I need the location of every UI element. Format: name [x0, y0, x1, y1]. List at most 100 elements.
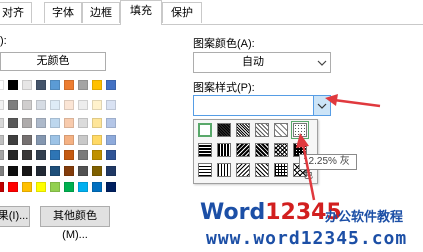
pattern-12.5-gray[interactable] — [274, 123, 288, 137]
watermark-tagline: 办公软件教程 — [325, 209, 404, 224]
color-swatch[interactable] — [8, 80, 18, 90]
annotation-arrow-icon — [296, 133, 316, 201]
color-swatch[interactable] — [0, 100, 4, 110]
tab-protection[interactable]: 保护 — [162, 2, 202, 23]
pattern-thin-reverse-diagonal[interactable] — [236, 163, 250, 177]
pattern-color-combo[interactable]: 自动 — [193, 52, 331, 73]
color-swatch[interactable] — [36, 100, 46, 110]
color-swatch[interactable] — [50, 135, 60, 145]
color-swatch[interactable] — [22, 135, 32, 145]
tab-alignment[interactable]: 对齐 — [0, 2, 32, 23]
color-swatch[interactable] — [64, 118, 74, 128]
color-swatch[interactable] — [106, 118, 116, 128]
color-swatch[interactable] — [50, 150, 60, 160]
color-swatch[interactable] — [106, 150, 116, 160]
color-swatch[interactable] — [64, 135, 74, 145]
color-swatch[interactable] — [8, 100, 18, 110]
color-swatch[interactable] — [36, 80, 46, 90]
pattern-thin-horizontal[interactable] — [198, 163, 212, 177]
tab-fill[interactable]: 填充 — [120, 0, 162, 25]
color-swatch[interactable] — [50, 166, 60, 176]
more-colors-button[interactable]: 其他颜色(M)... — [40, 206, 110, 241]
color-swatch[interactable] — [92, 182, 102, 192]
color-swatch[interactable] — [0, 80, 4, 90]
annotation-arrow-icon — [325, 94, 381, 108]
pattern-color-label: 图案颜色(A): — [193, 38, 255, 50]
color-swatch[interactable] — [78, 80, 88, 90]
color-swatch[interactable] — [36, 150, 46, 160]
color-swatch[interactable] — [50, 182, 60, 192]
color-swatch[interactable] — [22, 166, 32, 176]
color-swatch[interactable] — [64, 80, 74, 90]
color-swatch[interactable] — [64, 182, 74, 192]
color-swatch[interactable] — [22, 80, 32, 90]
format-cells-dialog: 对齐 字体 边框 填充 保护 ): 无颜色 果(I)... 其他颜色(M)...… — [0, 0, 423, 252]
color-swatch[interactable] — [78, 100, 88, 110]
pattern-horizontal-stripe[interactable] — [198, 143, 212, 157]
color-swatch[interactable] — [78, 166, 88, 176]
pattern-diagonal-crosshatch[interactable] — [274, 143, 288, 157]
color-swatch[interactable] — [8, 182, 18, 192]
color-swatch[interactable] — [36, 166, 46, 176]
tab-strip: 对齐 字体 边框 填充 保护 — [0, 0, 423, 25]
pattern-50-gray[interactable] — [236, 123, 250, 137]
color-swatch[interactable] — [50, 80, 60, 90]
color-swatch[interactable] — [92, 135, 102, 145]
pattern-diagonal-stripe[interactable] — [255, 143, 269, 157]
pattern-style-label: 图案样式(P): — [193, 82, 255, 94]
tab-font[interactable]: 字体 — [44, 2, 82, 23]
color-swatch[interactable] — [36, 135, 46, 145]
color-swatch[interactable] — [106, 80, 116, 90]
color-swatch[interactable] — [64, 166, 74, 176]
color-swatch[interactable] — [106, 135, 116, 145]
color-swatch[interactable] — [0, 150, 4, 160]
color-swatch[interactable] — [64, 150, 74, 160]
color-swatch[interactable] — [36, 118, 46, 128]
color-swatch[interactable] — [36, 182, 46, 192]
pattern-reverse-diagonal[interactable] — [236, 143, 250, 157]
color-swatch[interactable] — [22, 100, 32, 110]
pattern-color-value: 自动 — [242, 56, 264, 68]
pattern-75-gray[interactable] — [217, 123, 231, 137]
pattern-thin-horizontal-crosshatch[interactable] — [274, 163, 288, 177]
pattern-vertical-stripe[interactable] — [217, 143, 231, 157]
pattern-solid-white[interactable] — [198, 123, 212, 137]
color-swatch[interactable] — [8, 135, 18, 145]
color-swatch[interactable] — [92, 150, 102, 160]
color-swatch[interactable] — [8, 150, 18, 160]
color-swatch[interactable] — [92, 166, 102, 176]
color-swatch[interactable] — [50, 118, 60, 128]
tab-border[interactable]: 边框 — [82, 2, 120, 23]
color-swatch[interactable] — [106, 182, 116, 192]
color-swatch[interactable] — [92, 100, 102, 110]
pattern-style-combo[interactable] — [193, 95, 331, 116]
color-swatch[interactable] — [78, 118, 88, 128]
color-swatch[interactable] — [92, 118, 102, 128]
color-swatch[interactable] — [64, 100, 74, 110]
color-swatch[interactable] — [8, 118, 18, 128]
no-color-button[interactable]: 无颜色 — [0, 52, 106, 71]
color-swatch[interactable] — [50, 100, 60, 110]
color-swatch[interactable] — [0, 182, 4, 192]
color-swatch[interactable] — [8, 166, 18, 176]
watermark-logo: Word12345 — [200, 200, 342, 225]
color-swatch[interactable] — [106, 166, 116, 176]
color-swatch[interactable] — [0, 166, 4, 176]
pattern-25-gray[interactable] — [255, 123, 269, 137]
color-swatch[interactable] — [0, 135, 4, 145]
chevron-down-icon[interactable] — [314, 53, 330, 72]
pattern-thin-diagonal[interactable] — [255, 163, 269, 177]
color-swatch[interactable] — [0, 118, 4, 128]
color-swatch[interactable] — [78, 150, 88, 160]
fill-effects-button[interactable]: 果(I)... — [0, 206, 30, 227]
color-swatch[interactable] — [106, 100, 116, 110]
color-swatch[interactable] — [22, 182, 32, 192]
color-swatch[interactable] — [78, 182, 88, 192]
pattern-style-value — [194, 96, 312, 115]
pattern-thin-vertical[interactable] — [217, 163, 231, 177]
color-swatch[interactable] — [22, 118, 32, 128]
color-swatch[interactable] — [78, 135, 88, 145]
watermark-url: www.word12345.com — [206, 228, 408, 249]
color-swatch[interactable] — [22, 150, 32, 160]
color-swatch[interactable] — [92, 80, 102, 90]
